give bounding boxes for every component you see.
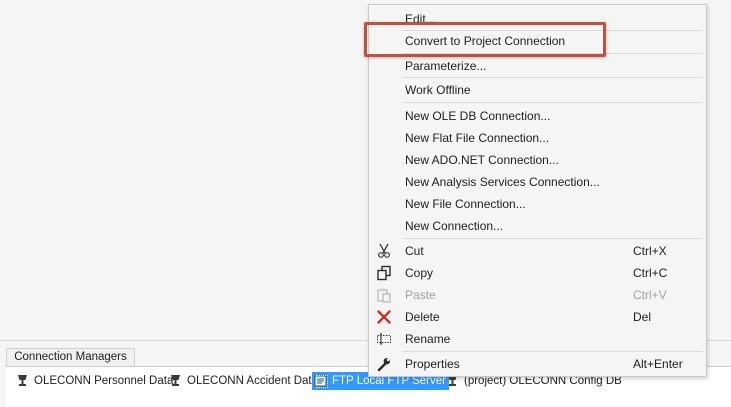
annotation-highlight-box bbox=[364, 22, 606, 57]
menu-item-new-adonet-connection[interactable]: New ADO.NET Connection... bbox=[369, 149, 706, 171]
wrench-icon bbox=[376, 356, 392, 372]
scissors-icon bbox=[376, 243, 392, 259]
context-menu: Edit... Convert to Project Connection Pa… bbox=[368, 4, 707, 377]
menu-item-new-oledb-connection[interactable]: New OLE DB Connection... bbox=[369, 105, 706, 127]
menu-item-new-flat-file-connection[interactable]: New Flat File Connection... bbox=[369, 127, 706, 149]
menu-item-new-connection[interactable]: New Connection... bbox=[369, 215, 706, 237]
database-connection-icon bbox=[16, 374, 29, 388]
menu-item-new-file-connection[interactable]: New File Connection... bbox=[369, 193, 706, 215]
ftp-connection-icon bbox=[314, 374, 328, 388]
copy-icon bbox=[376, 265, 392, 281]
menu-separator bbox=[403, 238, 703, 239]
delete-x-icon bbox=[376, 309, 392, 325]
menu-item-rename[interactable]: Rename bbox=[369, 328, 706, 350]
connection-managers-tab[interactable]: Connection Managers bbox=[6, 348, 135, 366]
menu-item-work-offline[interactable]: Work Offline bbox=[369, 79, 706, 101]
database-connection-icon bbox=[169, 374, 182, 388]
menu-separator bbox=[403, 77, 703, 78]
menu-item-paste[interactable]: Paste Ctrl+V bbox=[369, 284, 706, 306]
rename-icon bbox=[376, 331, 392, 347]
menu-item-parameterize[interactable]: Parameterize... bbox=[369, 55, 706, 77]
menu-item-cut[interactable]: Cut Ctrl+X bbox=[369, 240, 706, 262]
connection-item-accident[interactable]: OLECONN Accident Data bbox=[167, 372, 321, 390]
menu-separator bbox=[403, 102, 703, 103]
menu-item-new-analysis-services-connection[interactable]: New Analysis Services Connection... bbox=[369, 171, 706, 193]
connection-item-personnel[interactable]: OLECONN Personnel Data bbox=[14, 372, 176, 390]
menu-item-properties[interactable]: Properties Alt+Enter bbox=[369, 353, 706, 375]
menu-item-copy[interactable]: Copy Ctrl+C bbox=[369, 262, 706, 284]
paste-icon bbox=[376, 287, 392, 303]
menu-separator bbox=[403, 351, 703, 352]
connection-item-label: OLECONN Personnel Data bbox=[34, 375, 174, 387]
connection-item-label: OLECONN Accident Data bbox=[187, 375, 319, 387]
menu-item-delete[interactable]: Delete Del bbox=[369, 306, 706, 328]
